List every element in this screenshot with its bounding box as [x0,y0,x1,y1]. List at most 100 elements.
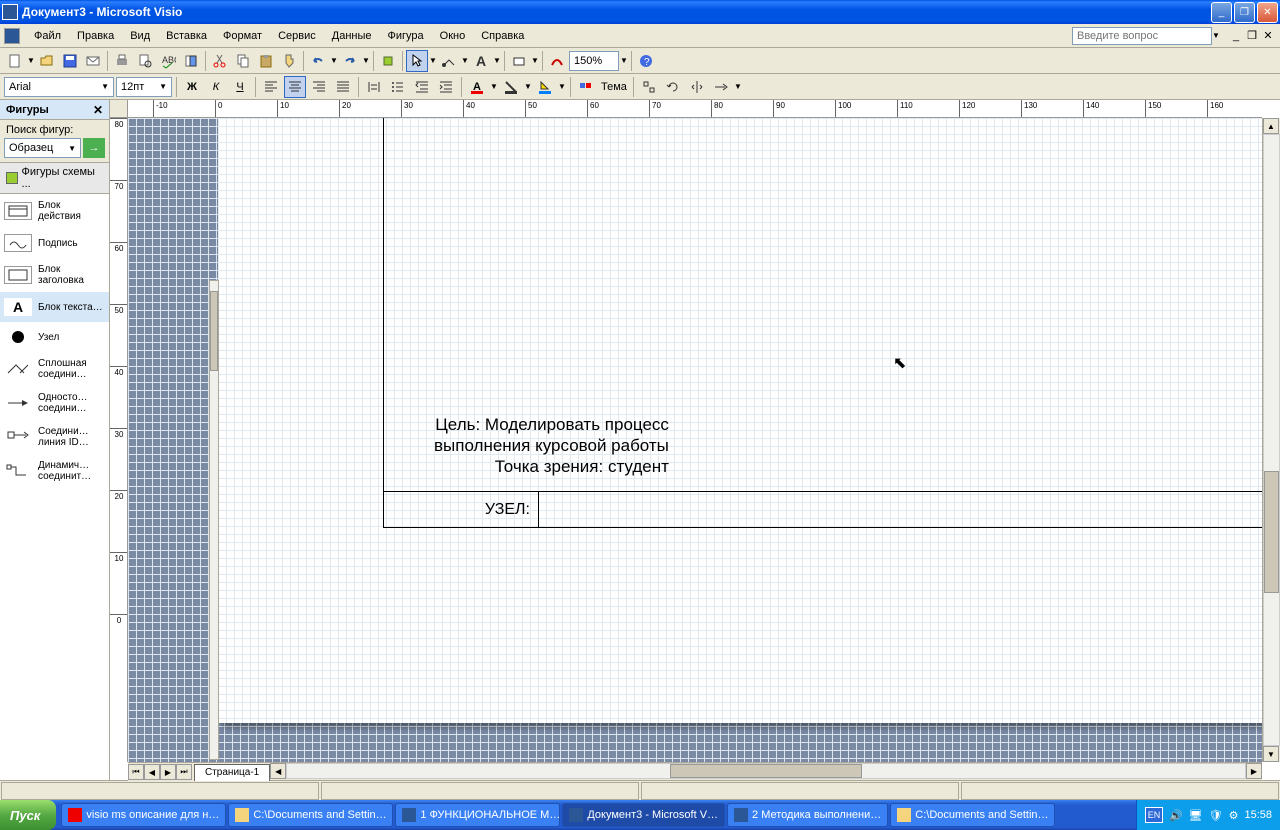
paste-button[interactable] [255,50,277,72]
text-block[interactable]: Цель: Моделировать процесс выполнения ку… [434,414,669,477]
new-dropdown[interactable]: ▼ [27,56,35,65]
research-button[interactable] [180,50,202,72]
menu-shape[interactable]: Фигура [380,28,432,44]
align-right-button[interactable] [308,76,330,98]
flip-button[interactable] [686,76,708,98]
text-dropdown[interactable]: ▼ [493,56,501,65]
shapes-search-go-button[interactable]: → [83,138,105,158]
ink-button[interactable] [546,50,568,72]
bullets-button[interactable] [387,76,409,98]
line-ends-button[interactable] [710,76,732,98]
format-painter-button[interactable] [278,50,300,72]
taskbar-btn-opera[interactable]: visio ms описание для н… [61,803,226,827]
tray-icon[interactable]: 🔊 [1169,809,1183,822]
maximize-button[interactable]: ❐ [1234,2,1255,23]
zoom-dropdown[interactable]: ▼ [620,56,628,65]
language-indicator[interactable]: EN [1145,807,1163,823]
pointer-tool-button[interactable] [406,50,428,72]
doc-close-button[interactable]: ✕ [1260,28,1276,44]
increase-indent-button[interactable] [435,76,457,98]
taskbar-btn-folder1[interactable]: C:\Documents and Settin… [228,803,393,827]
tab-nav-prev[interactable]: ◀ [144,764,160,780]
menu-window[interactable]: Окно [432,28,474,44]
ask-question-input[interactable] [1072,27,1212,45]
decrease-indent-button[interactable] [411,76,433,98]
shapes-scrollbar[interactable] [209,280,219,760]
spellcheck-button[interactable]: ABC [157,50,179,72]
new-button[interactable] [4,50,26,72]
font-color-button[interactable]: A [466,76,488,98]
tray-icon[interactable]: 🖥 [1189,809,1203,822]
menu-app-icon[interactable] [4,28,20,44]
drawing-page[interactable]: Цель: Моделировать процесс выполнения ку… [218,118,1262,723]
print-preview-button[interactable] [134,50,156,72]
tray-icon[interactable]: 🛡 [1209,809,1223,822]
idef-frame[interactable]: Цель: Моделировать процесс выполнения ку… [383,118,1262,528]
line-color-button[interactable] [500,76,522,98]
tab-nav-next[interactable]: ▶ [160,764,176,780]
help-button[interactable]: ? [635,50,657,72]
hscroll-track[interactable] [286,763,1246,779]
stencil-header[interactable]: Фигуры схемы ... [0,162,109,194]
close-button[interactable]: ✕ [1257,2,1278,23]
redo-dropdown[interactable]: ▼ [362,56,370,65]
hscroll-right-button[interactable]: ▶ [1246,763,1262,779]
vscroll-up-button[interactable]: ▲ [1263,118,1279,134]
shape-item-solid-connector[interactable]: Сплошная соедини… [0,352,109,386]
menu-format[interactable]: Формат [215,28,270,44]
cut-button[interactable] [209,50,231,72]
start-button[interactable]: Пуск [0,800,56,830]
vscroll-down-button[interactable]: ▼ [1263,746,1279,762]
menu-help[interactable]: Справка [473,28,532,44]
shape-tool-button[interactable] [508,50,530,72]
dist-horiz-button[interactable] [363,76,385,98]
shape-item-id-connector[interactable]: Соедини… линия ID… [0,420,109,454]
menu-data[interactable]: Данные [324,28,380,44]
horizontal-ruler[interactable]: -100102030405060708090100110120130140150… [128,100,1262,118]
drawing-canvas[interactable]: Цель: Моделировать процесс выполнения ку… [128,118,1262,762]
menu-file[interactable]: Файл [26,28,69,44]
vertical-ruler[interactable]: 80706050403020100 [110,118,128,762]
shape-item-action-block[interactable]: Блок действия [0,194,109,228]
italic-button[interactable]: К [205,76,227,98]
hscroll-thumb[interactable] [670,764,862,778]
text-tool-button[interactable]: A [470,50,492,72]
theme-button[interactable] [575,76,597,98]
align-shapes-button[interactable] [638,76,660,98]
zoom-combo[interactable]: 150% [569,51,619,71]
shapes-search-combo[interactable]: Образец▼ [4,138,81,158]
connector-dropdown[interactable]: ▼ [461,56,469,65]
menu-insert[interactable]: Вставка [158,28,215,44]
shape-item-dynamic-connector[interactable]: Динамич… соединит… [0,454,109,488]
shape-dropdown[interactable]: ▼ [531,56,539,65]
vscroll-thumb[interactable] [1264,471,1279,593]
connector-tool-button[interactable] [438,50,460,72]
open-button[interactable] [36,50,58,72]
fill-color-button[interactable] [534,76,556,98]
menu-tools[interactable]: Сервис [270,28,324,44]
taskbar-btn-word1[interactable]: 1 ФУНКЦИОНАЛЬНОЕ М… [395,803,560,827]
menu-edit[interactable]: Правка [69,28,122,44]
line-color-dropdown[interactable]: ▼ [524,82,532,91]
shape-item-oneway-connector[interactable]: Односто… соедини… [0,386,109,420]
node-cell[interactable]: УЗЕЛ: [384,492,539,527]
taskbar-clock[interactable]: 15:58 [1244,809,1272,821]
shapes-close-icon[interactable]: ✕ [93,103,103,117]
taskbar-btn-visio[interactable]: Документ3 - Microsoft V… [562,803,725,827]
ask-dropdown-icon[interactable]: ▼ [1212,31,1220,40]
font-size-combo[interactable]: 12пт▼ [116,77,172,97]
menu-view[interactable]: Вид [122,28,158,44]
shape-item-signature[interactable]: Подпись [0,228,109,258]
shape-item-text-block[interactable]: AБлок текста… [0,292,109,322]
title-cell[interactable]: Выполнить курсовую работу [539,492,1262,527]
bold-button[interactable]: Ж [181,76,203,98]
line-ends-dropdown[interactable]: ▼ [734,82,742,91]
page-tab-1[interactable]: Страница-1 [194,764,270,781]
fill-color-dropdown[interactable]: ▼ [558,82,566,91]
tab-nav-first[interactable]: ⏮ [128,764,144,780]
vscroll-track[interactable] [1263,134,1280,746]
email-button[interactable] [82,50,104,72]
font-color-dropdown[interactable]: ▼ [490,82,498,91]
align-justify-button[interactable] [332,76,354,98]
hscroll-left-button[interactable]: ◀ [270,763,286,779]
